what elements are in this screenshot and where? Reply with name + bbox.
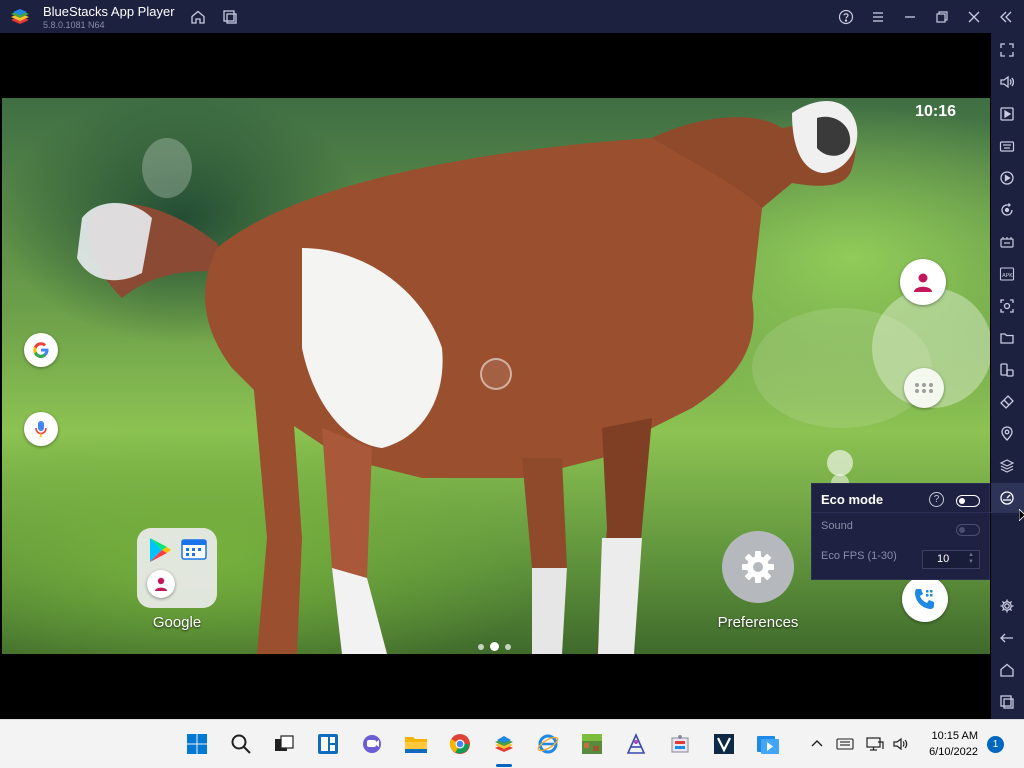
macro-recorder-icon[interactable] xyxy=(997,168,1017,188)
sync-icon[interactable] xyxy=(997,200,1017,220)
minimize-icon[interactable] xyxy=(900,7,920,27)
microphone-icon[interactable] xyxy=(24,412,58,446)
internet-explorer-icon[interactable] xyxy=(536,732,560,756)
app-version: 5.8.0.1081 N64 xyxy=(43,20,105,30)
phone-dialer-icon[interactable] xyxy=(902,576,948,622)
network-icon[interactable] xyxy=(863,732,887,756)
active-app-indicator xyxy=(496,764,512,767)
vegas-app-icon[interactable] xyxy=(712,732,736,756)
game-controls-icon[interactable] xyxy=(997,232,1017,252)
package-app-icon[interactable] xyxy=(668,732,692,756)
windows-taskbar: 10:15 AM 6/10/2022 1 xyxy=(0,719,1024,768)
window-title: BlueStacks App Player xyxy=(43,4,175,19)
taskbar-time[interactable]: 10:15 AM xyxy=(920,730,978,742)
eco-fps-input[interactable]: 10 ▲ ▼ xyxy=(922,550,980,569)
back-icon[interactable] xyxy=(997,628,1017,648)
settings-icon[interactable] xyxy=(997,596,1017,616)
recent-apps-icon[interactable] xyxy=(997,692,1017,712)
status-bar-clock: 10:16 xyxy=(915,103,956,120)
fps-spinner[interactable]: ▲ ▼ xyxy=(965,552,977,567)
eco-mode-icon[interactable] xyxy=(997,488,1017,508)
mouse-cursor-icon xyxy=(1019,509,1024,521)
widgets-icon[interactable] xyxy=(316,732,340,756)
screenshot-icon[interactable] xyxy=(997,296,1017,316)
collapse-sidebar-icon[interactable] xyxy=(996,7,1016,27)
play-store-icon xyxy=(150,538,171,562)
keyboard-controls-icon[interactable] xyxy=(997,136,1017,156)
multi-layer-icon[interactable] xyxy=(997,456,1017,476)
chevron-up-icon[interactable] xyxy=(805,732,829,756)
eco-mode-toggle[interactable] xyxy=(956,495,980,507)
folder-icon[interactable] xyxy=(997,328,1017,348)
eco-mode-title: Eco mode xyxy=(821,492,884,507)
close-icon[interactable] xyxy=(964,7,984,27)
page-dot[interactable] xyxy=(505,643,511,650)
search-icon[interactable] xyxy=(229,732,253,756)
taskbar-date[interactable]: 6/10/2022 xyxy=(920,746,978,758)
chrome-icon[interactable] xyxy=(448,732,472,756)
speaker-icon[interactable] xyxy=(889,732,913,756)
android-home-icon[interactable] xyxy=(997,660,1017,680)
page-indicator xyxy=(478,642,511,651)
eco-fps-value: 10 xyxy=(937,553,950,565)
eco-help-icon[interactable]: ? xyxy=(929,492,944,507)
bluestacks-taskbar-icon[interactable] xyxy=(492,732,516,756)
preferences-app[interactable] xyxy=(722,531,794,603)
contacts-shortcut-icon[interactable] xyxy=(900,259,946,305)
home-icon[interactable] xyxy=(188,7,208,27)
notification-badge[interactable]: 1 xyxy=(987,736,1004,753)
help-icon[interactable] xyxy=(836,7,856,27)
google-folder-label: Google xyxy=(152,614,202,631)
bluestacks-sidebar: APK xyxy=(991,33,1024,719)
page-dot-active[interactable] xyxy=(490,642,499,651)
rotate-icon[interactable] xyxy=(997,360,1017,380)
location-icon[interactable] xyxy=(997,424,1017,444)
settings-gear-icon xyxy=(742,551,774,583)
menu-icon[interactable] xyxy=(868,7,888,27)
fullscreen-icon[interactable] xyxy=(997,40,1017,60)
divider xyxy=(812,512,991,513)
media-manager-icon[interactable] xyxy=(997,104,1017,124)
google-folder[interactable] xyxy=(137,528,217,608)
minecraft-icon[interactable] xyxy=(580,732,604,756)
apk-install-icon[interactable]: APK xyxy=(997,264,1017,284)
teams-chat-icon[interactable] xyxy=(360,732,384,756)
bluestacks-app: BlueStacks App Player 5.8.0.1081 N64 10:… xyxy=(0,0,1024,768)
keyboard-icon[interactable] xyxy=(833,732,857,756)
file-explorer-icon[interactable] xyxy=(404,732,428,756)
volume-icon[interactable] xyxy=(997,72,1017,92)
page-dot[interactable] xyxy=(478,643,484,650)
bluestacks-logo-icon xyxy=(11,9,29,24)
touch-indicator xyxy=(480,358,512,390)
shake-eraser-icon[interactable] xyxy=(997,392,1017,412)
app-drawer-icon[interactable] xyxy=(904,368,944,408)
eco-mode-popup: Eco mode ? Sound Eco FPS (1-30) 10 ▲ ▼ xyxy=(811,483,991,580)
preferences-label: Preferences xyxy=(717,614,799,631)
sound-label: Sound xyxy=(821,520,853,532)
sound-toggle[interactable] xyxy=(956,524,980,536)
svg-text:APK: APK xyxy=(1002,273,1013,279)
contacts-icon xyxy=(147,570,175,598)
start-menu-icon[interactable] xyxy=(185,732,209,756)
restore-icon[interactable] xyxy=(932,7,952,27)
drawing-app-icon[interactable] xyxy=(624,732,648,756)
task-view-icon[interactable] xyxy=(272,732,296,756)
media-player-icon[interactable] xyxy=(756,732,780,756)
calendar-icon xyxy=(181,539,207,560)
multi-instance-icon[interactable] xyxy=(220,7,240,27)
title-bar: BlueStacks App Player 5.8.0.1081 N64 xyxy=(0,0,1024,33)
eco-fps-label: Eco FPS (1-30) xyxy=(821,550,897,562)
google-search-icon[interactable] xyxy=(24,333,58,367)
